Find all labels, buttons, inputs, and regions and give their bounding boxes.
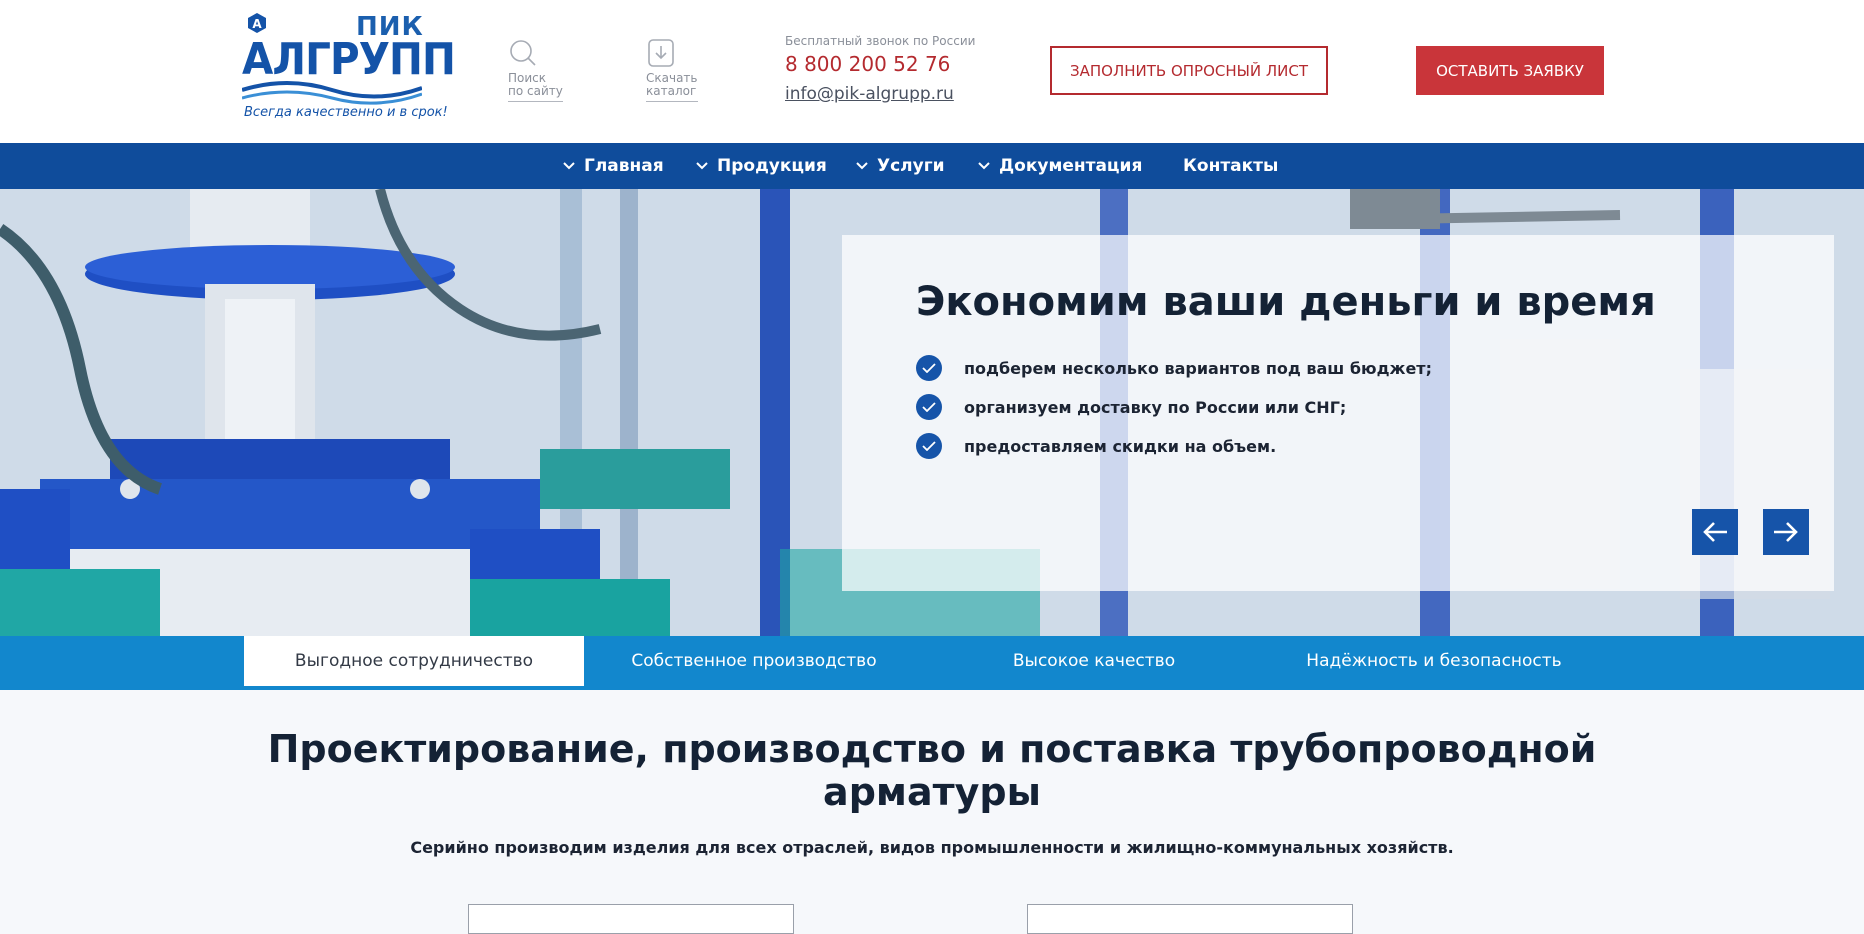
tab-reliability[interactable]: Надёжность и безопасность [1264, 636, 1604, 686]
download-icon [648, 39, 674, 67]
tab-cooperation[interactable]: Выгодное сотрудничество [244, 636, 584, 686]
site-header: А ПИК АЛГРУПП Всегда качественно и в сро… [0, 0, 1864, 143]
hero-slider: Экономим ваши деньги и время подберем не… [0, 189, 1864, 636]
company-logo[interactable]: А ПИК АЛГРУПП Всегда качественно и в сро… [242, 10, 456, 128]
main-nav: Главная Продукция Услуги Документация Ко… [0, 143, 1864, 189]
page-title-line1: Проектирование, производство и поставка … [267, 727, 1597, 771]
tab-quality[interactable]: Высокое качество [924, 636, 1264, 686]
slider-next-button[interactable] [1763, 509, 1809, 555]
chevron-down-icon [563, 162, 575, 170]
check-icon [916, 394, 942, 420]
logo-tagline: Всегда качественно и в срок! [244, 105, 448, 120]
nav-item-products[interactable]: Продукция [695, 143, 827, 189]
contact-block: Бесплатный звонок по России 8 800 200 52… [785, 34, 975, 104]
nav-item-documentation[interactable]: Документация [977, 143, 1142, 189]
page-title: Проектирование, производство и поставка … [0, 728, 1864, 814]
catalog-link-line2: каталог [646, 84, 697, 98]
hero-bullet-text: подберем несколько вариантов под ваш бюд… [964, 358, 1432, 378]
advantages-tabs: Выгодное сотрудничество Собственное прои… [0, 636, 1864, 690]
nav-item-home[interactable]: Главная [562, 143, 664, 189]
nav-item-label: Продукция [717, 156, 827, 176]
nav-item-label: Услуги [877, 156, 945, 176]
arrow-left-icon [1703, 522, 1727, 542]
logo-waves-icon [242, 81, 422, 105]
search-link-line1: Поиск [508, 71, 547, 85]
nav-item-label: Главная [584, 156, 664, 176]
chevron-down-icon [696, 162, 708, 170]
page-subtitle: Серийно производим изделия для всех отра… [410, 838, 1454, 857]
request-button[interactable]: ОСТАВИТЬ ЗАЯВКУ [1416, 46, 1604, 95]
tab-label: Высокое качество [1012, 651, 1176, 671]
search-link[interactable]: Поиск по сайту [508, 38, 568, 102]
check-icon [916, 355, 942, 381]
hero-title: Экономим ваши деньги и время [916, 279, 1656, 325]
catalog-link-line1: Скачать [646, 71, 698, 85]
page-title-line2: арматуры [823, 770, 1041, 814]
product-card[interactable] [468, 904, 794, 934]
hero-bullet: подберем несколько вариантов под ваш бюд… [916, 355, 1432, 381]
nav-item-label: Контакты [1183, 156, 1279, 176]
check-icon [916, 433, 942, 459]
hero-bullet-text: предоставляем скидки на объем. [964, 436, 1277, 456]
hero-panel: Экономим ваши деньги и время подберем не… [842, 235, 1834, 591]
download-catalog-link[interactable]: Скачать каталог [646, 38, 706, 102]
product-card[interactable] [1027, 904, 1353, 934]
hero-bullet: предоставляем скидки на объем. [916, 433, 1276, 459]
svg-text:А: А [252, 17, 262, 31]
nav-item-contacts[interactable]: Контакты [1183, 143, 1278, 189]
email-link[interactable]: info@pik-algrupp.ru [785, 84, 975, 104]
logo-brand-main: АЛГРУПП [242, 34, 456, 85]
phone-number[interactable]: 8 800 200 52 76 [785, 52, 975, 76]
slider-prev-button[interactable] [1692, 509, 1738, 555]
hero-bullet: организуем доставку по России или СНГ; [916, 394, 1346, 420]
search-link-line2: по сайту [508, 84, 563, 98]
logo-mark-icon: А [248, 13, 266, 33]
arrow-right-icon [1774, 522, 1798, 542]
nav-item-label: Документация [999, 156, 1143, 176]
search-icon [510, 40, 536, 66]
tab-label: Надёжность и безопасность [1306, 651, 1562, 671]
tab-production[interactable]: Собственное производство [584, 636, 924, 686]
questionnaire-button[interactable]: ЗАПОЛНИТЬ ОПРОСНЫЙ ЛИСТ [1050, 46, 1328, 95]
hero-bullet-text: организуем доставку по России или СНГ; [964, 397, 1347, 417]
chevron-down-icon [978, 162, 990, 170]
free-call-label: Бесплатный звонок по России [785, 34, 976, 48]
tab-label: Собственное производство [631, 651, 877, 671]
nav-item-services[interactable]: Услуги [855, 143, 945, 189]
chevron-down-icon [856, 162, 868, 170]
tab-label: Выгодное сотрудничество [294, 651, 534, 671]
